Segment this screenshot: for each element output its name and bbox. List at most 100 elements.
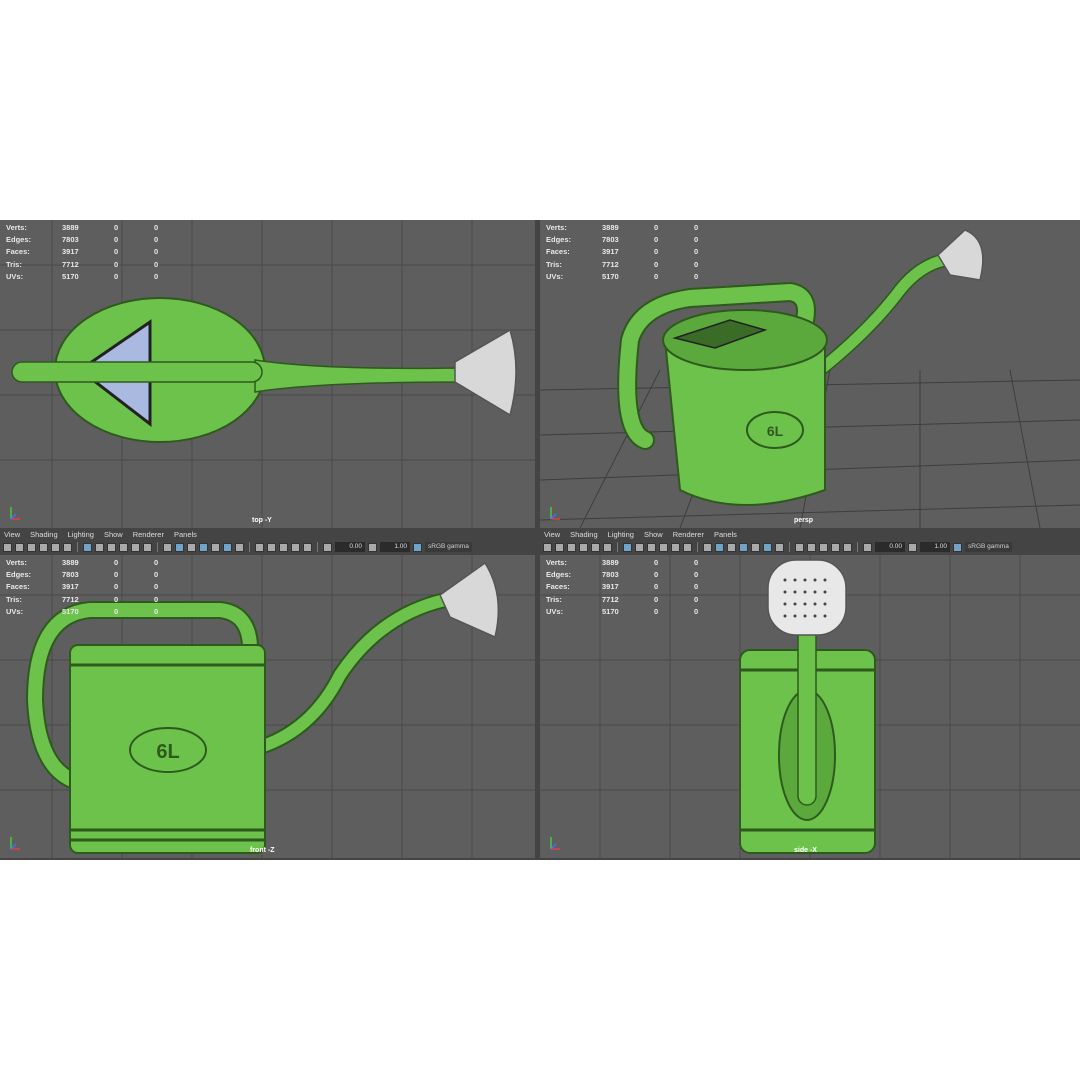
textured-icon[interactable] — [199, 542, 208, 552]
motion-blur-icon[interactable] — [279, 542, 288, 552]
isolate-select-icon[interactable] — [807, 542, 816, 552]
toolbar-divider — [697, 542, 698, 552]
grease-pencil-icon[interactable] — [63, 542, 72, 552]
depth-of-field-icon[interactable] — [843, 542, 852, 552]
camera-icon[interactable] — [543, 542, 552, 552]
stat-label: Edges: — [546, 235, 572, 245]
poly-count-stats: Verts: 3889 0 0 Edges: 7803 0 0 Faces: 3917 0 0 T… — [6, 557, 174, 618]
grease-pencil-icon[interactable] — [603, 542, 612, 552]
stat-value: 0 — [654, 223, 659, 232]
stat-value: 0 — [694, 271, 699, 281]
shadows-icon[interactable] — [223, 542, 232, 552]
stat-value: 3889 — [602, 223, 619, 232]
exposure-icon[interactable] — [323, 542, 332, 552]
exposure-field[interactable]: 0.00 — [335, 542, 365, 552]
xray-icon[interactable] — [795, 542, 804, 552]
flat-shade-icon[interactable] — [727, 542, 736, 552]
lights-icon[interactable] — [211, 542, 220, 552]
color-management-icon[interactable] — [413, 542, 422, 552]
menu-lighting[interactable]: Lighting — [68, 530, 94, 539]
safe-action-icon[interactable] — [143, 542, 152, 552]
exposure-field[interactable]: 0.00 — [875, 542, 905, 552]
stat-value: 0 — [694, 235, 699, 245]
bookmark-icon[interactable] — [567, 542, 576, 552]
wireframe-icon[interactable] — [703, 542, 712, 552]
camera-label: persp — [794, 517, 814, 524]
stat-value: 0 — [154, 570, 159, 580]
menu-show[interactable]: Show — [104, 530, 123, 539]
stat-label: Edges: — [6, 570, 32, 580]
resolution-gate-icon[interactable] — [647, 542, 656, 552]
color-management-icon[interactable] — [953, 542, 962, 552]
gate-mask-icon[interactable] — [659, 542, 668, 552]
film-gate-icon[interactable] — [95, 542, 104, 552]
image-plane-icon[interactable] — [579, 542, 588, 552]
field-chart-icon[interactable] — [131, 542, 140, 552]
film-gate-icon[interactable] — [635, 542, 644, 552]
wireframe-icon[interactable] — [163, 542, 172, 552]
resolution-gate-icon[interactable] — [107, 542, 116, 552]
bookmark-icon[interactable] — [27, 542, 36, 552]
smooth-shade-icon[interactable] — [175, 542, 184, 552]
stat-label: Tris: — [6, 594, 22, 604]
image-plane-icon[interactable] — [39, 542, 48, 552]
anti-aliasing-icon[interactable] — [291, 542, 300, 552]
viewport-front[interactable]: 6L Verts: 3889 0 0 Edges: 7803 0 0 Faces: 3917 0… — [0, 555, 535, 858]
depth-of-field-icon[interactable] — [303, 542, 312, 552]
flat-shade-icon[interactable] — [187, 542, 196, 552]
exposure-icon[interactable] — [863, 542, 872, 552]
stat-value: 0 — [114, 582, 119, 592]
gamma-icon[interactable] — [908, 542, 917, 552]
stat-label: Verts: — [6, 558, 27, 567]
menu-renderer[interactable]: Renderer — [673, 530, 704, 539]
ambient-occlusion-icon[interactable] — [235, 542, 244, 552]
grid-toggle-icon[interactable] — [83, 542, 92, 552]
safe-action-icon[interactable] — [683, 542, 692, 552]
gamma-icon[interactable] — [368, 542, 377, 552]
camera-icon[interactable] — [3, 542, 12, 552]
camera-attributes-icon[interactable] — [555, 542, 564, 552]
stat-value: 0 — [114, 606, 119, 616]
stat-value: 0 — [694, 223, 699, 232]
poly-count-stats: Verts: 3889 0 0 Edges: 7803 0 0 Faces: 3917 0 0 T… — [6, 222, 174, 283]
menu-view[interactable]: View — [4, 530, 20, 539]
menu-panels[interactable]: Panels — [714, 530, 737, 539]
menu-view[interactable]: View — [544, 530, 560, 539]
2d-pan-icon[interactable] — [591, 542, 600, 552]
menu-lighting[interactable]: Lighting — [608, 530, 634, 539]
camera-attributes-icon[interactable] — [15, 542, 24, 552]
color-space-select[interactable]: sRGB gamma — [425, 542, 472, 552]
textured-icon[interactable] — [739, 542, 748, 552]
menu-renderer[interactable]: Renderer — [133, 530, 164, 539]
menu-shading[interactable]: Shading — [30, 530, 58, 539]
gamma-field[interactable]: 1.00 — [380, 542, 410, 552]
xray-icon[interactable] — [255, 542, 264, 552]
ambient-occlusion-icon[interactable] — [775, 542, 784, 552]
toolbar-divider — [317, 542, 318, 552]
shadows-icon[interactable] — [763, 542, 772, 552]
menu-show[interactable]: Show — [644, 530, 663, 539]
stat-value: 7803 — [62, 235, 79, 245]
stat-label: Verts: — [546, 223, 567, 232]
stat-value: 3889 — [62, 558, 79, 567]
stat-value: 0 — [154, 606, 159, 616]
stat-value: 3889 — [602, 558, 619, 567]
color-space-select[interactable]: sRGB gamma — [965, 542, 1012, 552]
menu-shading[interactable]: Shading — [570, 530, 598, 539]
isolate-select-icon[interactable] — [267, 542, 276, 552]
anti-aliasing-icon[interactable] — [831, 542, 840, 552]
viewport-side[interactable]: Verts: 3889 0 0 Edges: 7803 0 0 Faces: 3917 0 0 T… — [540, 555, 1080, 858]
lights-icon[interactable] — [751, 542, 760, 552]
stat-value: 0 — [114, 271, 119, 281]
viewport-persp[interactable]: 6L Verts: 3889 0 0 Edges: 7803 0 0 Faces: 3917 0… — [540, 220, 1080, 528]
capacity-embossed-label: 6L — [156, 741, 179, 763]
2d-pan-icon[interactable] — [51, 542, 60, 552]
motion-blur-icon[interactable] — [819, 542, 828, 552]
gamma-field[interactable]: 1.00 — [920, 542, 950, 552]
grid-toggle-icon[interactable] — [623, 542, 632, 552]
menu-panels[interactable]: Panels — [174, 530, 197, 539]
field-chart-icon[interactable] — [671, 542, 680, 552]
smooth-shade-icon[interactable] — [715, 542, 724, 552]
gate-mask-icon[interactable] — [119, 542, 128, 552]
viewport-top[interactable]: Verts: 3889 0 0 Edges: 7803 0 0 Faces: 3917 0 0 T… — [0, 220, 535, 528]
